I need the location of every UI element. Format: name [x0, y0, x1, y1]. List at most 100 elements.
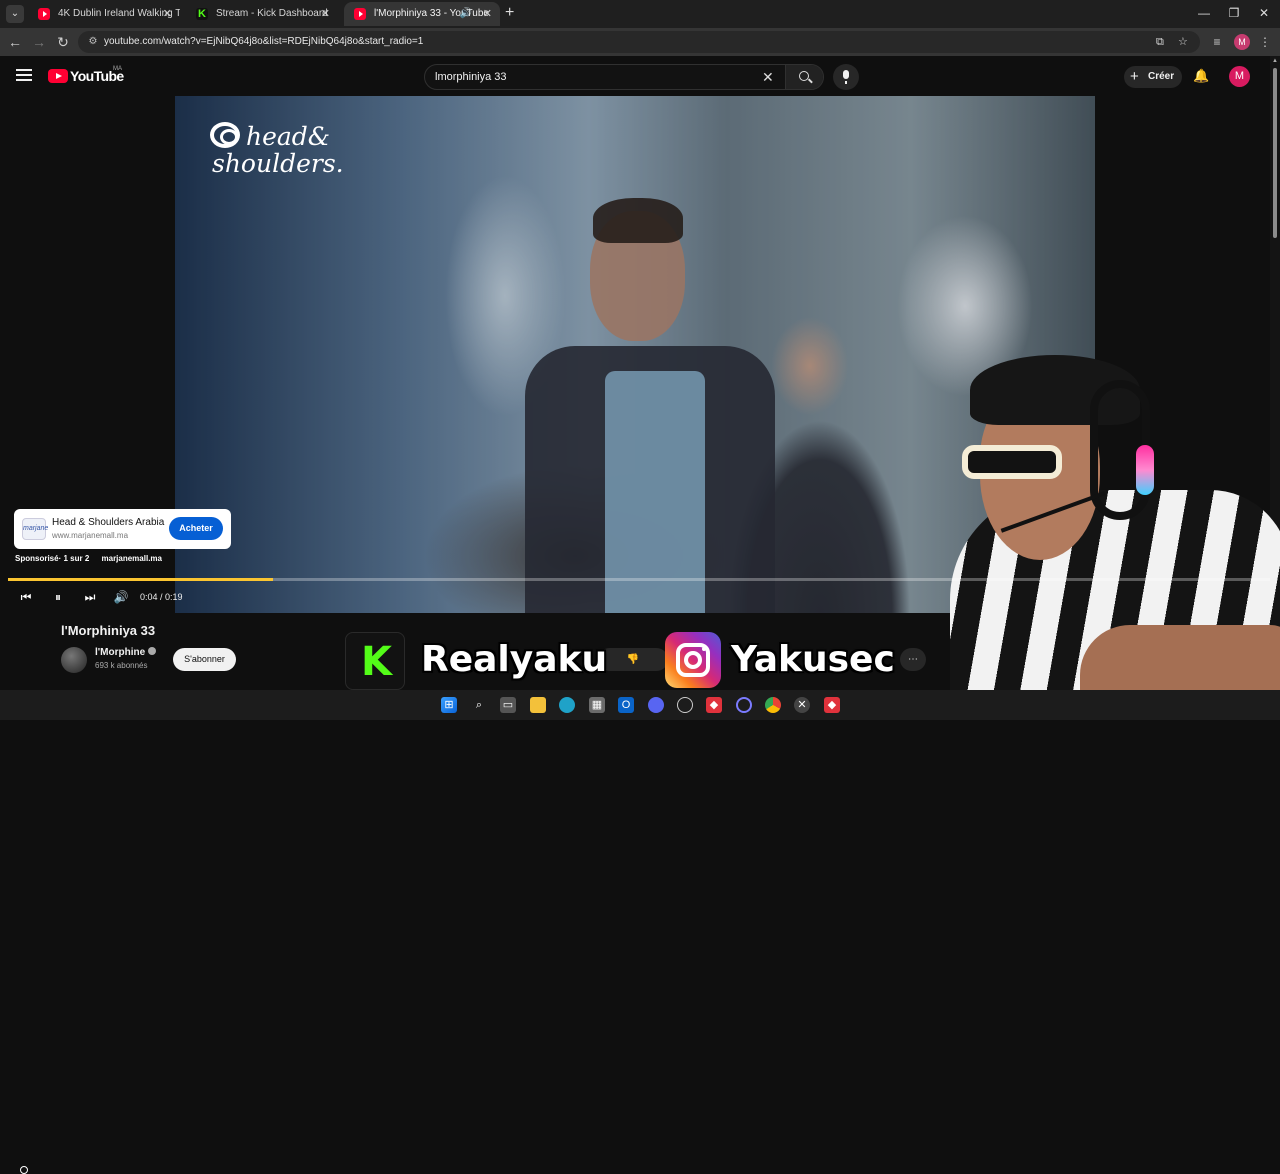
address-bar[interactable]: ⚙ youtube.com/watch?v=EjNibQ64j8o&list=R… [78, 31, 1200, 53]
ad-domain[interactable]: marjanemall.ma [102, 554, 162, 563]
verified-icon [148, 647, 157, 655]
close-icon[interactable]: ✕ [321, 2, 330, 26]
previous-icon[interactable]: ⏮ [18, 588, 34, 606]
store-icon[interactable]: ▦ [589, 697, 605, 713]
more-actions-button[interactable]: ⋯ [900, 648, 926, 671]
pause-icon[interactable]: ⏸ [50, 588, 66, 606]
windows-taskbar: ⊞ ⌕ ▭ ▦ O ◆ ✕ ◆ [0, 690, 1280, 720]
browser-tab-bar: ⌄ 4K Dublin Ireland Walking To ✕ K Strea… [0, 0, 1280, 28]
notifications-bell-icon[interactable]: 🔔 [1193, 68, 1209, 84]
brand-ring-icon [210, 122, 240, 148]
kick-username: Realyaku [421, 639, 608, 680]
new-tab-plus-icon[interactable]: + [505, 4, 514, 22]
youtube-favicon-icon [38, 8, 50, 20]
xbox-icon[interactable]: ✕ [794, 697, 810, 713]
minimize-icon[interactable]: — [1196, 6, 1212, 20]
channel-avatar[interactable] [61, 647, 87, 673]
volume-icon[interactable]: 🔊 [112, 588, 130, 606]
menu-kebab-icon[interactable]: ⋮ [1256, 33, 1274, 51]
youtube-logo-icon[interactable] [48, 69, 68, 83]
advertiser-name[interactable]: Head & Shoulders Arabia [52, 517, 164, 529]
instagram-username: Yakusec [731, 639, 895, 680]
chrome-icon[interactable] [765, 697, 781, 713]
tab-dublin-walking[interactable]: 4K Dublin Ireland Walking To ✕ [28, 2, 180, 26]
head-and-shoulders-logo: head& shoulders. [210, 118, 350, 188]
instagram-logo-icon [665, 632, 721, 688]
channel-name-text[interactable]: l'Morphine [95, 647, 145, 658]
youtube-favicon-icon [354, 8, 366, 20]
ad-sponsored-line: Sponsorisé · 1 sur 2 marjanemall.ma [15, 553, 162, 1174]
kick-logo-icon: K [345, 632, 405, 690]
search-input[interactable]: lmorphiniya 33 [435, 70, 507, 84]
kick-favicon-icon: K [196, 8, 208, 20]
scroll-thumb[interactable] [1273, 68, 1277, 238]
close-icon[interactable]: ✕ [163, 2, 172, 26]
subscriber-count: 693 k abonnés [95, 661, 148, 670]
install-app-icon[interactable]: ⧉ [1156, 35, 1164, 49]
site-info-icon[interactable]: ⚙ [86, 35, 100, 49]
tab-search-chevron-icon[interactable]: ⌄ [6, 5, 24, 23]
scroll-up-arrow-icon[interactable]: ▲ [1272, 58, 1278, 64]
plus-icon: + [1130, 68, 1139, 85]
create-button[interactable]: + Créer [1124, 66, 1182, 88]
next-icon[interactable]: ⏭ [82, 588, 98, 606]
window-close-icon[interactable]: ✕ [1256, 6, 1272, 20]
time-display: 0:04 / 0:19 [140, 592, 183, 602]
sponsored-label: Sponsorisé [15, 554, 59, 563]
speaker-icon[interactable]: 🔊 [460, 2, 472, 26]
webcam-headset-led [1136, 445, 1154, 495]
task-view-icon[interactable]: ▭ [500, 697, 516, 713]
ad-progress-bar[interactable] [8, 578, 1270, 581]
search-button[interactable] [785, 65, 823, 89]
create-label: Créer [1148, 71, 1175, 82]
bookmark-star-icon[interactable]: ☆ [1178, 35, 1188, 49]
close-icon[interactable]: ✕ [483, 2, 492, 26]
obs-icon[interactable] [677, 697, 693, 713]
channel-name[interactable]: l'Morphine [95, 647, 157, 659]
advertiser-thumbnail[interactable]: marjane [22, 518, 48, 540]
voice-search-button[interactable] [833, 64, 859, 90]
edge-icon[interactable] [559, 697, 575, 713]
subscribe-button[interactable]: S'abonner [173, 648, 236, 671]
webcam-sunglasses [962, 445, 1062, 479]
account-avatar[interactable]: M [1229, 66, 1250, 87]
discord-icon[interactable] [648, 697, 664, 713]
country-code: MA [113, 66, 122, 72]
youtube-header: YouTube MA lmorphiniya 33 ✕ + Créer 🔔 M [0, 56, 1270, 96]
windows-start-icon[interactable]: ⊞ [441, 697, 457, 713]
brand-line-2: shoulders. [212, 149, 344, 178]
media-controls-icon[interactable]: ≡ [1208, 33, 1226, 51]
video-title: l'Morphiniya 33 [61, 623, 156, 638]
app-red-icon[interactable]: ◆ [706, 697, 722, 713]
microphone-icon [843, 70, 849, 84]
profile-avatar[interactable]: M [1234, 34, 1250, 50]
restore-icon[interactable]: ❐ [1226, 6, 1242, 20]
kick-letter: K [361, 639, 392, 685]
app-red2-icon[interactable]: ◆ [824, 697, 840, 713]
app-circle-icon[interactable] [736, 697, 752, 713]
forward-arrow-icon[interactable]: → [30, 33, 48, 51]
reload-icon[interactable]: ↻ [54, 33, 72, 51]
ad-buy-button[interactable]: Acheter [169, 517, 223, 540]
progress-fill [8, 578, 274, 581]
advertiser-url[interactable]: www.marjanemall.ma [52, 531, 128, 541]
tab-title: 4K Dublin Ireland Walking To [58, 8, 180, 19]
back-arrow-icon[interactable]: ← [6, 33, 24, 51]
file-explorer-icon[interactable] [530, 697, 546, 713]
hamburger-menu-icon[interactable] [16, 69, 32, 83]
clear-search-icon[interactable]: ✕ [762, 68, 774, 86]
tab-kick-dashboard[interactable]: K Stream - Kick Dashboard ✕ [186, 2, 338, 26]
tab-youtube-active[interactable]: l'Morphiniya 33 - YouTube 🔊 ✕ [344, 2, 500, 26]
info-icon[interactable] [20, 1166, 28, 1174]
ad-count: 1 sur 2 [63, 554, 90, 563]
stream-socials-overlay: K Realyaku Yakusec [345, 630, 895, 690]
search-box[interactable]: lmorphiniya 33 ✕ [424, 64, 824, 90]
outlook-icon[interactable]: O [618, 697, 634, 713]
taskbar-search-icon[interactable]: ⌕ [471, 697, 487, 713]
tab-title: Stream - Kick Dashboard [216, 8, 328, 19]
ad-info-card[interactable]: marjane Head & Shoulders Arabia www.marj… [14, 509, 231, 549]
brand-line-1: head& [246, 122, 331, 151]
browser-toolbar: ← → ↻ ⚙ youtube.com/watch?v=EjNibQ64j8o&… [0, 28, 1280, 56]
url-text[interactable]: youtube.com/watch?v=EjNibQ64j8o&list=RDE… [104, 35, 423, 49]
search-icon [799, 71, 809, 81]
